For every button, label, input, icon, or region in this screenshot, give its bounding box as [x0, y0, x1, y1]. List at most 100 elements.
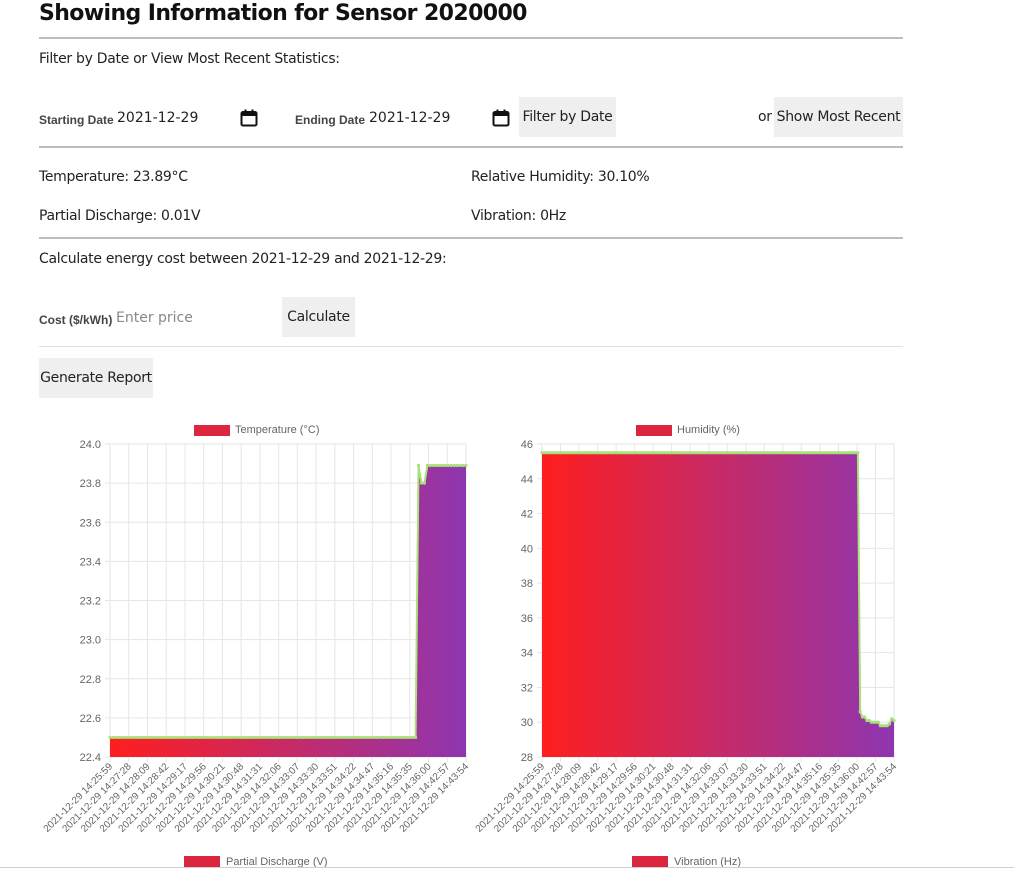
show-most-recent-button[interactable]: Show Most Recent — [774, 97, 903, 137]
y-tick-label: 23.8 — [80, 478, 101, 490]
data-point — [348, 735, 352, 740]
data-point — [345, 735, 349, 740]
legend-swatch — [636, 425, 672, 436]
data-point — [238, 735, 243, 740]
y-tick-label: 22.4 — [80, 752, 101, 764]
data-point — [892, 718, 896, 723]
legend-label: Temperature (°C) — [235, 424, 319, 436]
data-point — [387, 735, 391, 740]
y-tick-label: 23.0 — [80, 635, 101, 647]
data-point — [455, 463, 459, 468]
calculate-button[interactable]: Calculate — [282, 297, 355, 337]
legend-swatch — [184, 856, 220, 867]
page-title: Showing Information for Sensor 2020000 — [39, 1, 528, 26]
data-point — [176, 735, 180, 740]
data-point — [336, 735, 341, 740]
data-point — [858, 710, 862, 714]
divider — [39, 146, 903, 148]
data-point — [126, 735, 130, 740]
data-point — [443, 463, 447, 468]
data-point — [120, 735, 124, 740]
data-point — [292, 735, 296, 740]
data-point — [393, 735, 397, 740]
data-point — [428, 463, 432, 468]
data-point — [111, 735, 115, 740]
data-point — [259, 735, 263, 740]
y-tick-label: 23.2 — [80, 596, 101, 608]
y-tick-label: 23.6 — [80, 517, 101, 529]
y-tick-label: 22.6 — [80, 713, 101, 725]
data-point — [253, 735, 257, 740]
data-point — [304, 735, 308, 740]
data-point — [203, 735, 207, 740]
data-point — [437, 463, 441, 468]
data-point — [256, 735, 260, 740]
data-point — [396, 735, 400, 740]
data-point — [209, 735, 213, 740]
y-tick-label: 28 — [521, 752, 533, 764]
y-tick-label: 36 — [521, 613, 533, 625]
or-text: or — [758, 109, 772, 125]
cost-label: Cost ($/kWh) — [39, 313, 113, 327]
data-point — [185, 735, 189, 740]
data-point — [375, 735, 379, 740]
data-point — [200, 735, 204, 740]
data-point — [399, 735, 403, 740]
data-point — [149, 735, 154, 740]
generate-report-button[interactable]: Generate Report — [39, 358, 153, 398]
calendar-icon[interactable] — [240, 109, 258, 127]
data-point — [161, 735, 165, 740]
data-point — [330, 735, 335, 740]
data-point — [461, 463, 465, 468]
data-point — [301, 735, 305, 740]
data-point — [280, 735, 284, 740]
data-point — [108, 735, 112, 740]
page-bottom-border — [0, 867, 1014, 868]
data-point — [413, 735, 418, 740]
y-tick-label: 30 — [521, 717, 533, 729]
data-point — [268, 735, 272, 740]
data-point — [212, 735, 216, 740]
energy-heading: Calculate energy cost between 2021-12-29… — [39, 251, 447, 267]
y-tick-label: 42 — [521, 509, 533, 521]
data-point — [351, 735, 355, 740]
data-point — [307, 735, 311, 740]
divider — [39, 237, 903, 239]
cost-input[interactable] — [116, 307, 266, 329]
data-point — [372, 735, 376, 740]
calendar-icon[interactable] — [492, 109, 510, 127]
data-point — [215, 735, 219, 740]
data-point — [158, 735, 163, 740]
data-point — [138, 735, 142, 740]
data-point — [440, 463, 444, 468]
data-point — [408, 735, 412, 740]
ending-date-label: Ending Date — [295, 113, 366, 127]
y-tick-label: 44 — [521, 474, 533, 486]
data-point — [405, 735, 409, 740]
data-point — [146, 735, 151, 740]
data-point — [310, 735, 314, 740]
data-point — [319, 735, 323, 740]
data-point — [333, 735, 338, 740]
data-point — [170, 735, 174, 740]
y-tick-label: 24.0 — [80, 439, 101, 451]
filter-by-date-button[interactable]: Filter by Date — [519, 97, 616, 137]
data-point — [449, 463, 453, 468]
data-point — [295, 735, 299, 740]
data-point — [354, 735, 358, 740]
data-point — [277, 735, 281, 740]
data-point — [324, 735, 329, 740]
data-point — [464, 463, 468, 468]
data-point — [117, 735, 121, 740]
data-point — [206, 735, 210, 740]
data-point — [235, 735, 240, 740]
data-point — [366, 735, 370, 740]
partial-discharge-stat: Partial Discharge: 0.01V — [39, 208, 201, 224]
data-point — [887, 722, 892, 726]
data-point — [227, 735, 231, 740]
data-point — [241, 735, 246, 740]
divider — [39, 346, 903, 347]
data-point — [313, 735, 317, 740]
data-point — [194, 735, 198, 740]
data-point — [173, 735, 177, 740]
